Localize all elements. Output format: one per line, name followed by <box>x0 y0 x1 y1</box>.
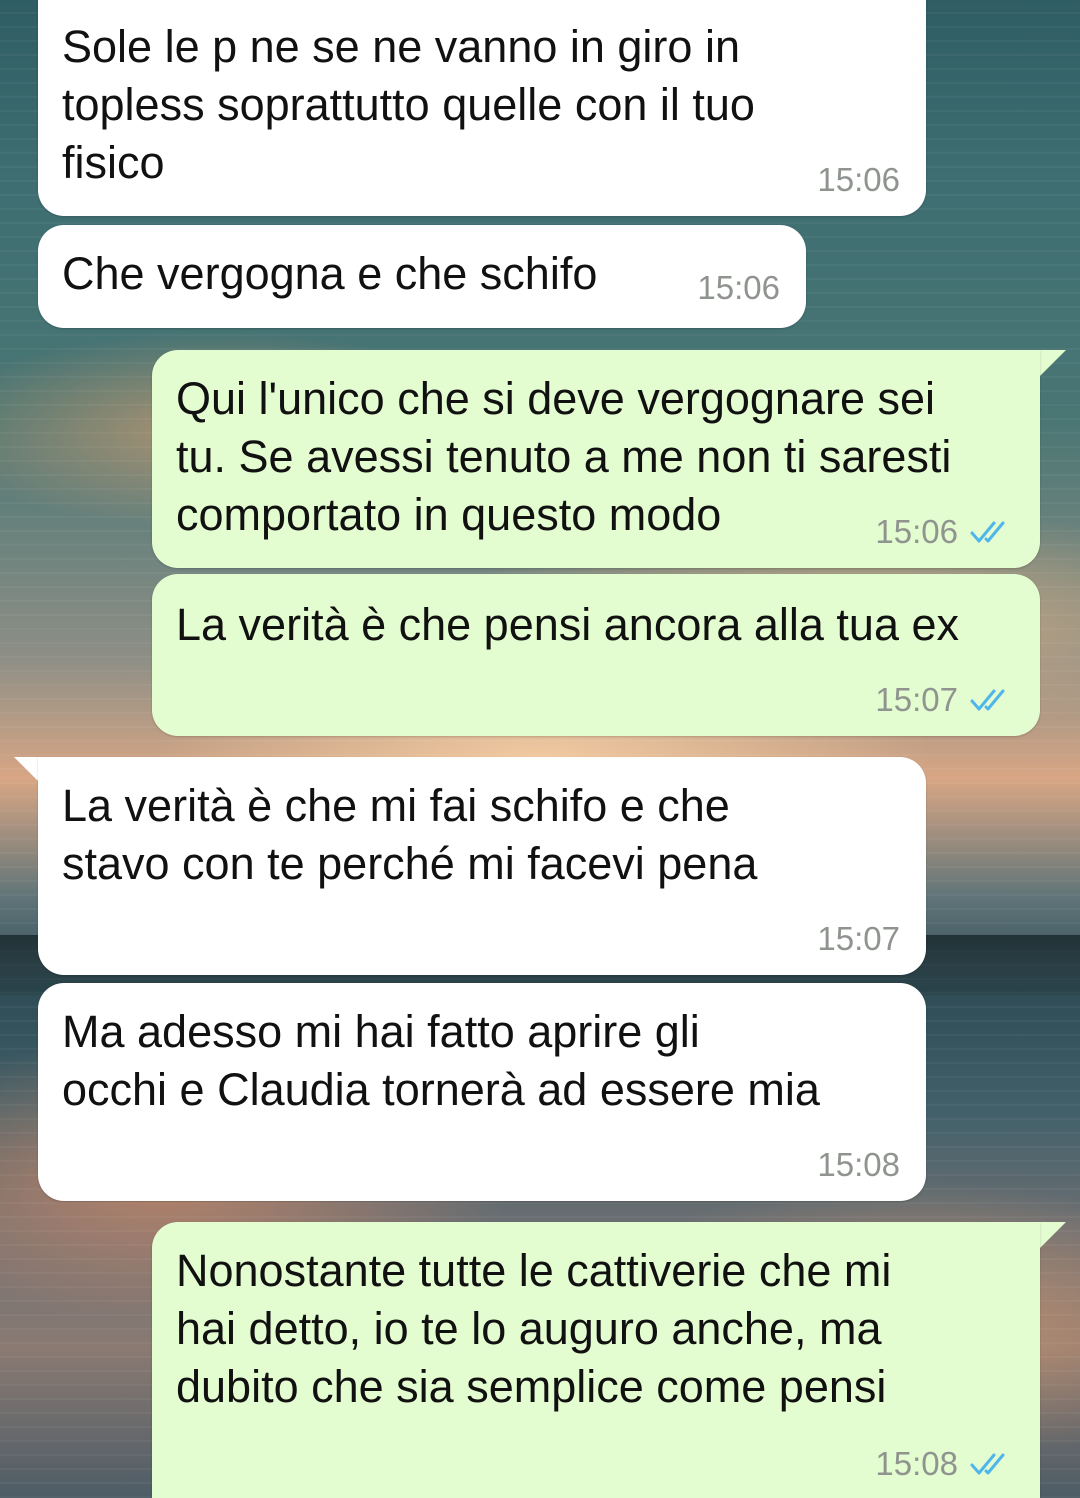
bubble-tail <box>1040 1222 1066 1248</box>
message-meta: 15:07 <box>875 680 1014 720</box>
message-text: Ma adesso mi hai fatto aprire gli occhi … <box>62 1006 820 1115</box>
message-bubble-outgoing[interactable]: Nonostante tutte le cattiverie che mi ha… <box>152 1222 1040 1498</box>
message-time: 15:07 <box>875 681 958 718</box>
message-meta: 15:08 <box>875 1444 1014 1484</box>
message-time: 15:06 <box>875 513 958 550</box>
bubble-tail <box>1040 350 1066 376</box>
bubble-tail <box>14 757 40 783</box>
message-bubble-incoming[interactable]: Che vergogna e che schifo 15:06 <box>38 225 806 328</box>
message-bubble-outgoing[interactable]: Qui l'unico che si deve vergognare sei t… <box>152 350 1040 568</box>
message-meta: 15:06 <box>875 512 1014 552</box>
message-bubble-outgoing[interactable]: La verità è che pensi ancora alla tua ex… <box>152 574 1040 736</box>
message-text: La verità è che mi fai schifo e che stav… <box>62 780 758 889</box>
message-meta: 15:06 <box>697 268 780 308</box>
message-bubble-incoming[interactable]: Ma adesso mi hai fatto aprire gli occhi … <box>38 983 926 1201</box>
message-text: Nonostante tutte le cattiverie che mi ha… <box>176 1245 892 1412</box>
double-check-read-icon <box>970 689 1005 711</box>
double-check-read-icon <box>970 1453 1005 1475</box>
message-time: 15:06 <box>697 269 780 306</box>
message-text: Qui l'unico che si deve vergognare sei t… <box>176 373 952 540</box>
double-check-read-icon <box>970 521 1005 543</box>
message-bubble-incoming[interactable]: Sole le p ne se ne vanno in giro in topl… <box>38 0 926 216</box>
message-bubble-incoming[interactable]: La verità è che mi fai schifo e che stav… <box>38 757 926 975</box>
message-text: Che vergogna e che schifo <box>62 248 598 299</box>
message-meta: 15:06 <box>817 160 900 200</box>
message-meta: 15:08 <box>817 1145 900 1185</box>
message-time: 15:06 <box>817 161 900 198</box>
message-list[interactable]: Sole le p ne se ne vanno in giro in topl… <box>0 0 1080 1498</box>
message-meta: 15:07 <box>817 919 900 959</box>
message-time: 15:08 <box>817 1146 900 1183</box>
message-time: 15:08 <box>875 1445 958 1482</box>
message-text: La verità è che pensi ancora alla tua ex <box>176 599 959 650</box>
message-time: 15:07 <box>817 920 900 957</box>
message-text: Sole le p ne se ne vanno in giro in topl… <box>62 21 755 188</box>
